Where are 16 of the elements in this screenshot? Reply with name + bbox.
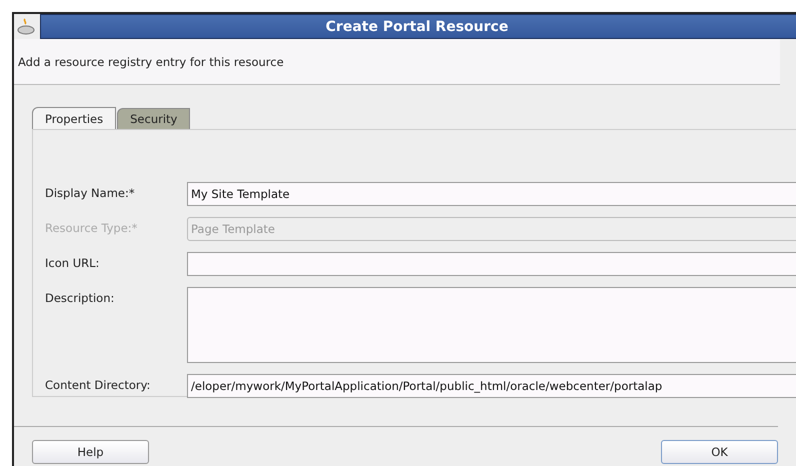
tab[interactable]: Security: [117, 108, 190, 129]
input-field[interactable]: [187, 252, 796, 276]
field-label: Content Directory:: [45, 377, 152, 392]
window-title: Create Portal Resource: [326, 18, 508, 34]
tab[interactable]: Properties: [32, 107, 116, 129]
ok-button[interactable]: OK: [661, 440, 778, 464]
field-label: Icon URL:: [45, 255, 100, 270]
field-label: Display Name:*: [45, 185, 136, 200]
coffee-cup-icon: [16, 18, 36, 36]
help-button[interactable]: Help: [32, 440, 149, 464]
header-text: Add a resource registry entry for this resource: [18, 54, 284, 68]
input-field[interactable]: My Site Template: [187, 182, 796, 206]
text-area[interactable]: [187, 287, 796, 363]
input-field[interactable]: /eloper/mywork/MyPortalApplication/Portal/public_html/oracle/webcenter/portalap: [187, 374, 796, 398]
field-label: Resource Type:*: [45, 220, 138, 235]
field-label: Description:: [45, 290, 116, 305]
